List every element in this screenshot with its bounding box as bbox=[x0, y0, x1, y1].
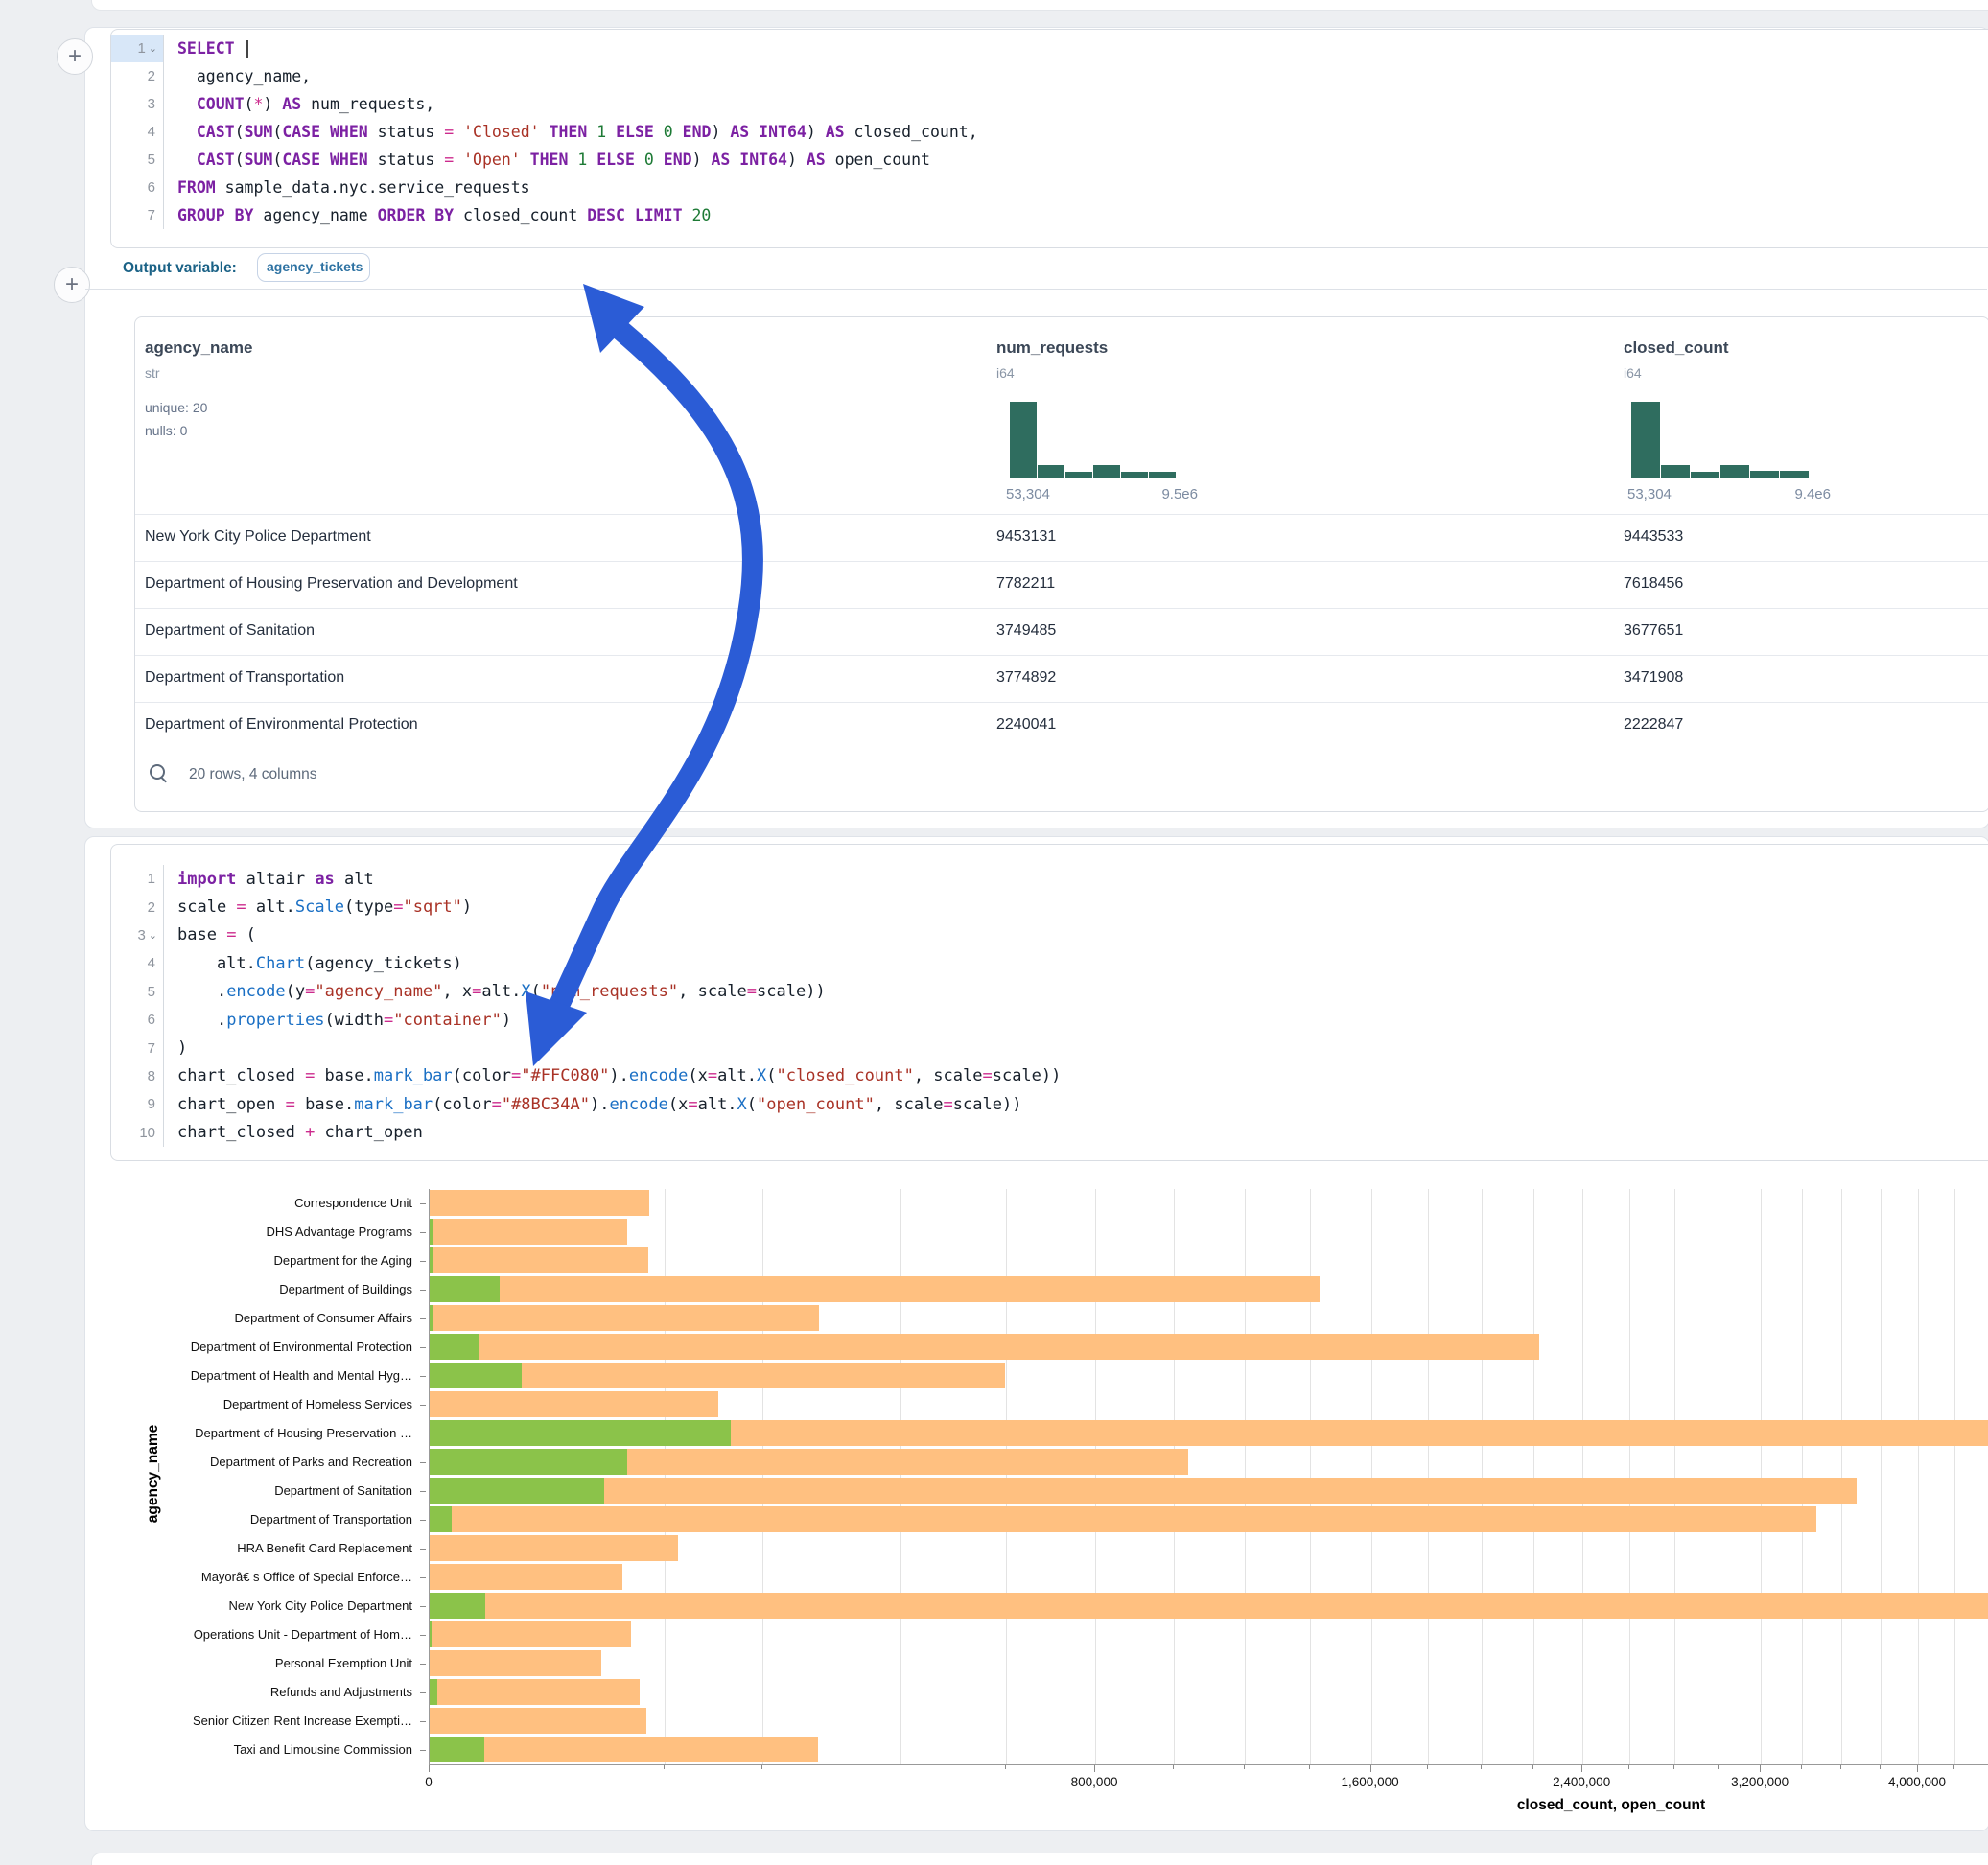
table-row: Department of Sanitation37494853677651 bbox=[135, 608, 1988, 656]
histogram-num-requests bbox=[1010, 402, 1176, 478]
code-line[interactable]: 10chart_closed + chart_open bbox=[111, 1119, 1988, 1147]
code-line[interactable]: 4 alt.Chart(agency_tickets) bbox=[111, 949, 1988, 977]
python-editor[interactable]: 1import altair as alt2scale = alt.Scale(… bbox=[110, 844, 1988, 1161]
code-line[interactable]: 1⌄SELECT bbox=[111, 35, 1988, 62]
code-line[interactable]: 9chart_open = base.mark_bar(color="#8BC3… bbox=[111, 1090, 1988, 1118]
previous-cell-edge bbox=[91, 0, 1988, 11]
histogram-labels-num-requests: 53,3049.5e6 bbox=[1006, 486, 1198, 502]
next-cell-edge bbox=[91, 1853, 1988, 1865]
code-line[interactable]: 6 .properties(width="container") bbox=[111, 1006, 1988, 1034]
output-divider bbox=[85, 289, 1987, 290]
code-line[interactable]: 7) bbox=[111, 1034, 1988, 1061]
table-footer: 20 rows, 4 columns bbox=[189, 766, 317, 783]
code-line[interactable]: 5 .encode(y="agency_name", x=alt.X("num_… bbox=[111, 978, 1988, 1006]
fold-chevron-icon[interactable]: ⌄ bbox=[149, 42, 157, 55]
table-row: Department of Transportation377489234719… bbox=[135, 655, 1988, 703]
histogram-closed-count bbox=[1631, 402, 1809, 478]
code-line[interactable]: 5 CAST(SUM(CASE WHEN status = 'Open' THE… bbox=[111, 146, 1988, 174]
add-cell-button-top[interactable]: + bbox=[57, 38, 93, 75]
code-line[interactable]: 1import altair as alt bbox=[111, 865, 1988, 893]
output-variable-label: Output variable: bbox=[123, 260, 237, 277]
column-header-closed-count: closed_count bbox=[1624, 338, 1729, 358]
column-header-agency: agency_name bbox=[145, 338, 252, 358]
code-line[interactable]: 8chart_closed = base.mark_bar(color="#FF… bbox=[111, 1062, 1988, 1090]
code-line[interactable]: 2 agency_name, bbox=[111, 62, 1988, 90]
column-type-agency: str bbox=[145, 365, 160, 381]
code-line[interactable]: 3 COUNT(*) AS num_requests, bbox=[111, 90, 1988, 118]
code-line[interactable]: 2scale = alt.Scale(type="sqrt") bbox=[111, 893, 1988, 921]
add-cell-button-output[interactable]: + bbox=[54, 267, 90, 303]
column-type-num-requests: i64 bbox=[996, 365, 1015, 381]
histogram-labels-closed-count: 53,3049.4e6 bbox=[1627, 486, 1831, 502]
notebook-page: { "colors": { "closed_bar": "#FFC080", "… bbox=[0, 0, 1988, 1864]
code-line[interactable]: 3⌄base = ( bbox=[111, 921, 1988, 949]
sql-editor[interactable]: 1⌄SELECT 2 agency_name,3 COUNT(*) AS num… bbox=[110, 29, 1988, 248]
code-line[interactable]: 4 CAST(SUM(CASE WHEN status = 'Closed' T… bbox=[111, 118, 1988, 146]
fold-chevron-icon[interactable]: ⌄ bbox=[149, 929, 157, 942]
table-row: New York City Police Department945313194… bbox=[135, 514, 1988, 562]
table-row: Department of Housing Preservation and D… bbox=[135, 561, 1988, 609]
dataframe-preview: agency_name str unique: 20nulls: 0 num_r… bbox=[134, 316, 1988, 812]
table-row: Department of Environmental Protection22… bbox=[135, 702, 1988, 750]
output-variable-pill[interactable]: agency_tickets bbox=[257, 253, 370, 282]
column-header-num-requests: num_requests bbox=[996, 338, 1108, 358]
code-line[interactable]: 6FROM sample_data.nyc.service_requests bbox=[111, 174, 1988, 201]
column-type-closed-count: i64 bbox=[1624, 365, 1642, 381]
code-line[interactable]: 7GROUP BY agency_name ORDER BY closed_co… bbox=[111, 201, 1988, 229]
search-icon[interactable] bbox=[149, 763, 170, 784]
column-meta-agency: unique: 20nulls: 0 bbox=[145, 396, 207, 442]
